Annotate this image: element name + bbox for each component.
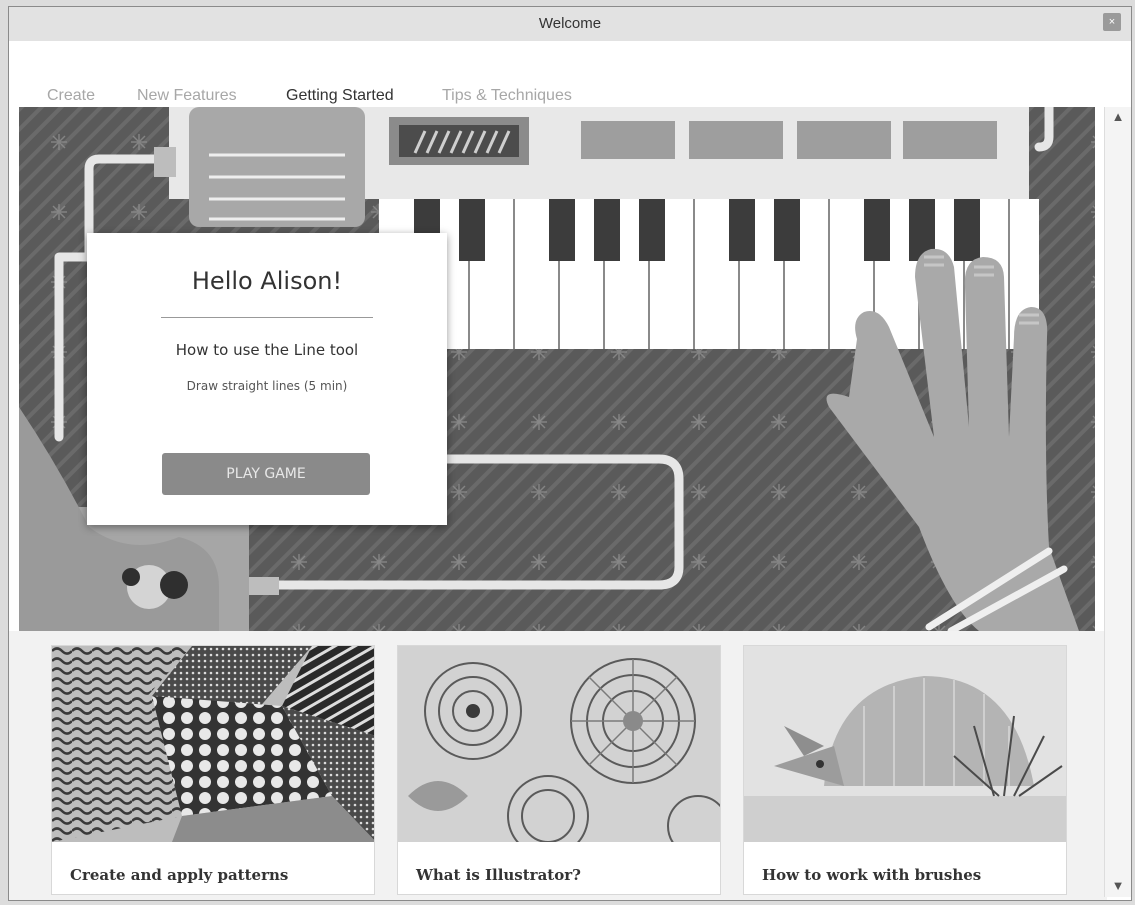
- card-divider: [161, 317, 373, 318]
- patterns-thumbnail: [52, 646, 374, 842]
- welcome-window: Welcome × Create New Features Getting St…: [8, 6, 1132, 901]
- scroll-down-icon[interactable]: ▼: [1105, 878, 1131, 893]
- play-game-button[interactable]: PLAY GAME: [162, 453, 370, 495]
- flowers-thumbnail: [398, 646, 720, 842]
- tile-label-brushes: How to work with brushes: [762, 866, 982, 884]
- greeting-title: Hello Alison!: [191, 267, 343, 295]
- tile-label-patterns: Create and apply patterns: [70, 866, 289, 884]
- lesson-title: How to use the Line tool: [175, 341, 359, 359]
- tile-what-is-illustrator[interactable]: What is Illustrator?: [397, 645, 721, 895]
- scroll-up-icon[interactable]: ▲: [1105, 109, 1131, 124]
- lesson-card: Hello Alison! How to use the Line tool D…: [87, 233, 447, 525]
- lesson-description: Draw straight lines (5 min): [186, 379, 348, 393]
- vertical-scrollbar[interactable]: ▲ ▼: [1104, 107, 1131, 897]
- window-title: Welcome: [538, 15, 602, 32]
- close-icon[interactable]: ×: [1103, 13, 1121, 31]
- armadillo-thumbnail: [744, 646, 1066, 842]
- tile-label-what-is-illustrator: What is Illustrator?: [416, 866, 581, 884]
- tutorial-tiles: Create and apply patterns What is Illust…: [9, 631, 1107, 900]
- tile-patterns[interactable]: Create and apply patterns: [51, 645, 375, 895]
- tile-brushes[interactable]: How to work with brushes: [743, 645, 1067, 895]
- title-bar: Welcome ×: [9, 7, 1131, 42]
